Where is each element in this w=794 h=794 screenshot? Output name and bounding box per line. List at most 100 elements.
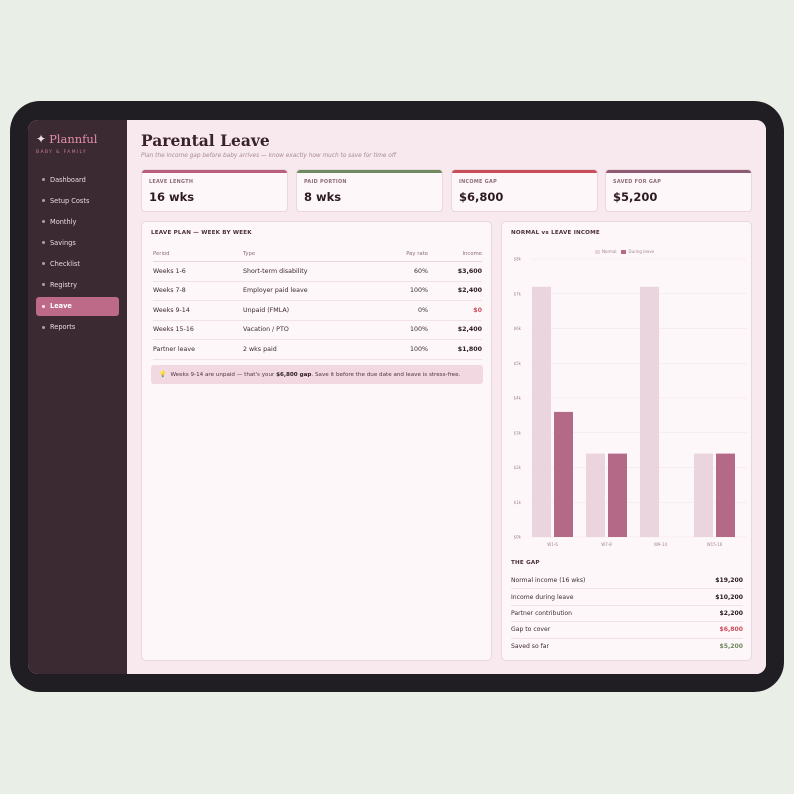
gap-row-label: Income during leave <box>511 593 574 601</box>
bar-normal-w9-14 <box>640 286 659 537</box>
sidebar-item-label: Reports <box>50 323 76 332</box>
sidebar-item-savings[interactable]: Savings <box>36 233 119 252</box>
y-tick-label: $4k <box>514 396 522 401</box>
page-title: Parental Leave <box>141 131 270 150</box>
sidebar-item-leave[interactable]: Leave <box>36 296 119 316</box>
cell-pay-rate: 60% <box>414 267 428 275</box>
sidebar-item-monthly[interactable]: Monthly <box>36 212 119 231</box>
bullet-icon <box>42 304 45 308</box>
kpi-leave-length: LEAVE LENGTH 16 wks <box>141 169 288 212</box>
page-subtitle: Plan the income gap before baby arrives … <box>141 153 397 159</box>
sidebar-item-checklist[interactable]: Checklist <box>36 254 119 273</box>
table-row: Weeks 7-8 Employer paid leave 100% $2,400 <box>153 282 482 301</box>
cell-type: Unpaid (FMLA) <box>243 306 290 314</box>
table-header: Period Type Pay rate Income <box>153 247 482 262</box>
leave-plan-table: Period Type Pay rate Income Weeks 1-6 Sho… <box>153 247 482 360</box>
gap-row-normal-income-16-wks: Normal income (16 wks) $19,200 <box>511 573 743 590</box>
sidebar-item-setup-costs[interactable]: Setup Costs <box>36 191 119 210</box>
column-header-type: Type <box>243 251 256 257</box>
sidebar-item-registry[interactable]: Registry <box>36 275 119 294</box>
bullet-icon <box>42 178 45 181</box>
lightbulb-icon: 💡 <box>159 371 167 378</box>
y-tick-label: $6k <box>514 326 522 331</box>
gap-row-label: Partner contribution <box>511 609 573 617</box>
brand-subtitle: BABY & FAMILY <box>36 150 87 155</box>
kpi-accent-bar <box>297 170 442 173</box>
gap-row-label: Gap to cover <box>511 626 551 634</box>
gap-summary: Normal income (16 wks) $19,200 Income duri… <box>511 573 743 655</box>
column-header-pay-rate: Pay rate <box>406 251 428 257</box>
brand: ✦ Plannful BABY & FAMILY <box>36 132 98 155</box>
kpi-value: 16 wks <box>149 190 195 204</box>
cell-pay-rate: 0% <box>418 306 428 314</box>
kpi-value: $6,800 <box>459 190 504 204</box>
sidebar-nav: Dashboard Setup Costs Monthly Savings Checkl… <box>28 170 127 339</box>
comparison-title: NORMAL vs LEAVE INCOME <box>511 230 600 236</box>
table-row: Weeks 1-6 Short-term disability 60% $3,600 <box>153 262 482 282</box>
cell-pay-rate: 100% <box>409 326 428 334</box>
sidebar-item-reports[interactable]: Reports <box>36 318 119 337</box>
bar-during-leave-w7-8 <box>608 453 627 537</box>
cell-period: Partner leave <box>153 345 195 353</box>
kpi-value: $5,200 <box>613 190 658 204</box>
table-body: Weeks 1-6 Short-term disability 60% $3,600 W… <box>153 262 482 360</box>
bullet-icon <box>42 220 45 224</box>
bar-during-leave-w15-16 <box>716 453 735 537</box>
kpi-label: PAID PORTION <box>304 179 347 185</box>
cell-period: Weeks 1-6 <box>153 267 186 275</box>
kpi-accent-bar <box>142 170 287 173</box>
gap-row-value: $10,200 <box>715 593 743 601</box>
gap-note-text: Weeks 9-14 are unpaid — that's your $6,8… <box>170 371 461 378</box>
y-tick-label: $3k <box>514 430 522 435</box>
kpi-row: LEAVE LENGTH 16 wks PAID PORTION 8 wks INCOM… <box>141 169 752 212</box>
bar-during-leave-w1-6 <box>554 411 573 537</box>
brand-name: Plannful <box>49 132 98 146</box>
cell-pay-rate: 100% <box>409 287 428 295</box>
gap-row-label: Normal income (16 wks) <box>511 577 586 585</box>
cell-type: 2 wks paid <box>243 345 277 353</box>
gap-title: THE GAP <box>511 560 540 566</box>
gap-row-gap-to-cover: Gap to cover $6,800 <box>511 622 743 639</box>
gap-row-value: $2,200 <box>719 609 743 617</box>
gap-row-value: $19,200 <box>715 577 743 585</box>
bullet-icon <box>42 241 45 245</box>
cell-type: Vacation / PTO <box>243 326 289 334</box>
cell-period: Weeks 7-8 <box>153 287 186 295</box>
sidebar-item-dashboard[interactable]: Dashboard <box>36 170 119 189</box>
cell-period: Weeks 9-14 <box>153 306 190 314</box>
sidebar-item-label: Monthly <box>50 217 77 226</box>
bar-normal-w15-16 <box>694 453 713 537</box>
x-tick-label: W9-14 <box>654 542 667 547</box>
leave-plan-title: LEAVE PLAN — WEEK BY WEEK <box>151 230 252 236</box>
x-tick-label: W7-8 <box>601 542 612 547</box>
sparkle-icon: ✦ <box>36 132 47 146</box>
bar-normal-w1-6 <box>532 286 551 537</box>
sidebar-item-label: Setup Costs <box>50 196 90 205</box>
cell-income: $0 <box>473 306 482 314</box>
cell-type: Short-term disability <box>243 267 308 275</box>
bullet-icon <box>42 283 45 287</box>
income-comparison-card: NORMAL vs LEAVE INCOME Normal During lea… <box>501 221 752 661</box>
sidebar-item-label: Checklist <box>50 259 80 268</box>
main-content: Parental Leave Plan the income gap befor… <box>127 120 766 674</box>
sidebar-item-label: Leave <box>50 302 72 311</box>
kpi-accent-bar <box>452 170 597 173</box>
bullet-icon <box>42 199 45 203</box>
cell-period: Weeks 15-16 <box>153 326 194 334</box>
kpi-saved-for-gap: SAVED FOR GAP $5,200 <box>605 169 752 212</box>
table-row: Partner leave 2 wks paid 100% $1,800 <box>153 340 482 360</box>
sidebar-item-label: Registry <box>50 280 77 289</box>
x-tick-label: W1-6 <box>547 542 558 547</box>
cell-type: Employer paid leave <box>243 287 308 295</box>
cell-income: $2,400 <box>457 326 482 334</box>
cell-income: $2,400 <box>457 287 482 295</box>
y-tick-label: $8k <box>514 257 522 262</box>
gap-row-value: $5,200 <box>719 643 743 651</box>
y-tick-label: $2k <box>514 465 522 470</box>
income-bar-chart: $0k $1k $2k $3k $4k $5k $6k $7k $8k W1-6 W7-8 W9-14… <box>514 257 747 547</box>
bar-normal-w7-8 <box>586 453 605 537</box>
kpi-accent-bar <box>606 170 751 173</box>
sidebar-item-label: Savings <box>50 238 76 247</box>
tablet-frame: ✦ Plannful BABY & FAMILY Dashboard Setup … <box>10 101 784 692</box>
cell-income: $3,600 <box>457 267 482 275</box>
